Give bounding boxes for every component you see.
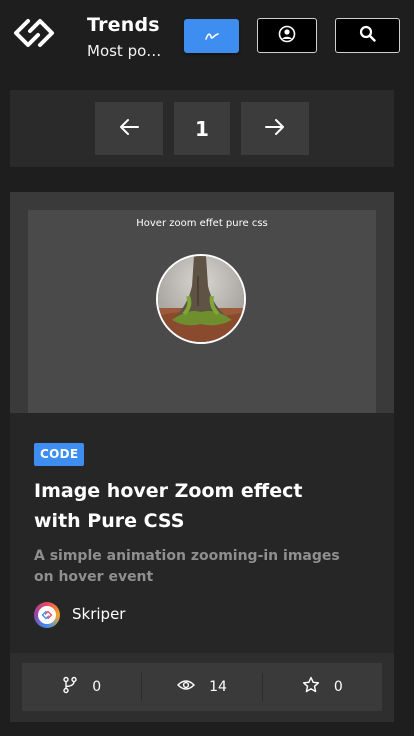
stars-count: 0 (333, 679, 343, 695)
views-count: 14 (209, 679, 227, 695)
page-subtitle: Most popular (87, 42, 167, 60)
logo-icon (38, 606, 56, 624)
search-button[interactable] (335, 18, 400, 53)
avatar[interactable] (34, 602, 60, 628)
page-title: Trends (87, 14, 160, 36)
top-bar: Trends Most popular (0, 0, 414, 70)
pagination: 1 (10, 90, 394, 167)
card-footer: 0 14 0 (10, 653, 394, 722)
stars-stat[interactable]: 0 (263, 663, 382, 711)
views-stat[interactable]: 14 (141, 673, 263, 701)
arrow-left-icon (118, 118, 140, 140)
card-description: A simple animation zooming-in images on … (34, 548, 340, 585)
current-page-number[interactable]: 1 (174, 102, 230, 155)
fork-icon (62, 676, 78, 698)
eye-icon (177, 679, 196, 695)
stats-row: 0 14 0 (22, 663, 382, 711)
author-name[interactable]: Skriper (72, 605, 125, 623)
previous-page-button[interactable] (95, 102, 163, 155)
preview-frame: Hover zoom effet pure css (28, 210, 376, 413)
star-icon (302, 676, 320, 698)
forks-stat[interactable]: 0 (22, 663, 141, 711)
next-page-button[interactable] (241, 102, 309, 155)
arrow-right-icon (264, 118, 286, 140)
forks-count: 0 (92, 679, 102, 695)
account-button[interactable] (257, 18, 317, 53)
card-title[interactable]: Image hover Zoom effect with Pure CSS (34, 476, 354, 536)
preview-image (156, 254, 246, 344)
snippet-card[interactable]: Hover zoom effet pure css CODE Image hov… (10, 192, 394, 722)
card-preview[interactable]: Hover zoom effet pure css (10, 192, 394, 413)
category-badge[interactable]: CODE (34, 443, 85, 466)
trend-icon (204, 27, 220, 46)
logo-icon[interactable] (8, 15, 60, 51)
search-icon (359, 25, 376, 46)
trends-button[interactable] (184, 19, 239, 53)
user-icon (278, 25, 296, 47)
preview-title: Hover zoom effet pure css (136, 218, 268, 229)
